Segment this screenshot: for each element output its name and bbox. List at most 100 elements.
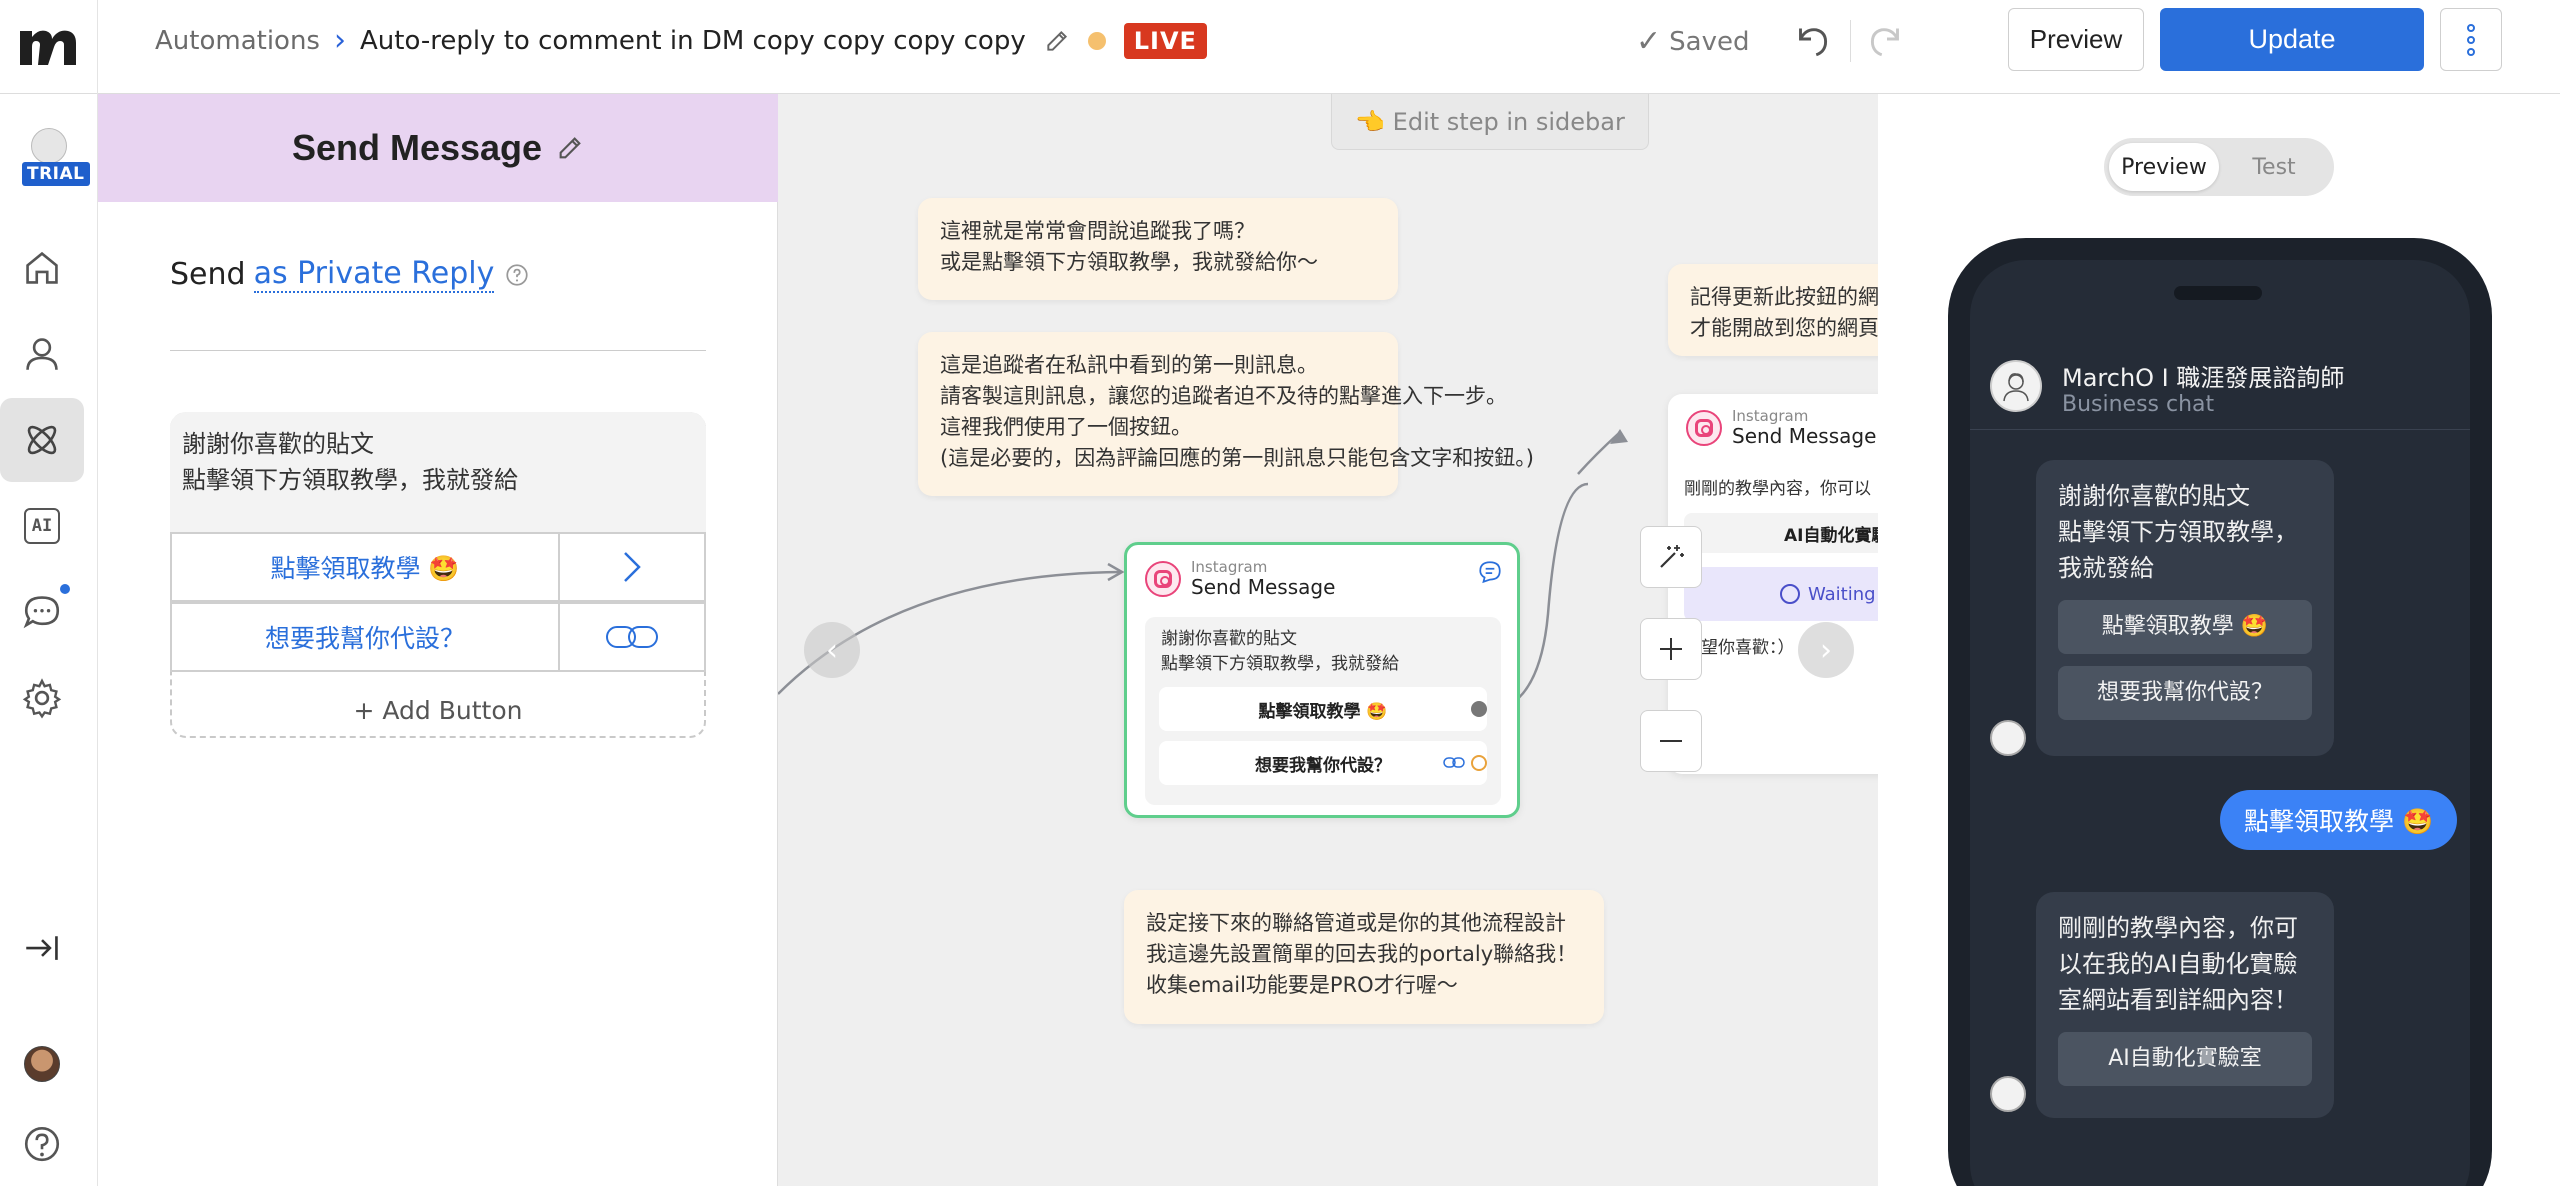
saved-check-icon: ✓ bbox=[1636, 24, 1662, 59]
node-message-preview: 剛剛的教學內容，你可以 AI自動化實驗 Waiting 希望你喜歡：） bbox=[1684, 474, 1878, 658]
chat-header: MarchO I 職涯發展諮詢師 Business chat bbox=[1970, 326, 2470, 430]
user-avatar[interactable] bbox=[24, 1046, 60, 1082]
message-text-editor[interactable]: 謝謝你喜歡的貼文 點擊領下方領取教學，我就發給 bbox=[170, 412, 706, 532]
nav-automation[interactable] bbox=[0, 398, 84, 482]
node-name: Send Message bbox=[1732, 424, 1877, 448]
redo-icon[interactable] bbox=[1866, 18, 1908, 60]
node-output-port[interactable] bbox=[1471, 755, 1487, 771]
phone-notch bbox=[2174, 286, 2262, 300]
note-line: (這是必要的，因為評論回應的第一則訊息只能包含文字和按鈕。) bbox=[940, 446, 1534, 470]
zoom-out-button[interactable] bbox=[1640, 710, 1702, 772]
tab-test[interactable]: Test bbox=[2219, 143, 2329, 191]
flow-title[interactable]: Auto-reply to comment in DM copy copy co… bbox=[360, 26, 1026, 56]
collapse-sidebar-button[interactable] bbox=[0, 906, 84, 990]
chevron-right-icon bbox=[624, 552, 641, 582]
instagram-icon bbox=[1686, 410, 1722, 446]
breadcrumb: Automations › Auto-reply to comment in D… bbox=[155, 22, 1207, 60]
canvas-next-arrow-icon[interactable]: › bbox=[1798, 622, 1854, 678]
message-card: 謝謝你喜歡的貼文 點擊領下方領取教學，我就發給 點擊領取教學 🤩 想要我幫你代設… bbox=[170, 412, 706, 738]
saved-label: Saved bbox=[1669, 26, 1750, 57]
node-message-preview: 謝謝你喜歡的貼文 點擊領下方領取教學，我就發給 點擊領取教學 🤩 想要我幫你代設… bbox=[1145, 617, 1501, 805]
tab-preview[interactable]: Preview bbox=[2109, 143, 2219, 191]
account-avatar bbox=[31, 128, 67, 164]
magic-wand-button[interactable] bbox=[1640, 526, 1702, 588]
nav-ai[interactable]: AI bbox=[0, 484, 84, 568]
sticky-note[interactable]: 這裡就是常常會問說追蹤我了嗎？ 或是點擊領下方領取教學，我就發給你～ bbox=[918, 198, 1398, 300]
flow-canvas[interactable]: 👈 Edit step in sidebar 這裡就是常常會問說追蹤我了嗎？ 或… bbox=[778, 94, 1878, 1186]
button-next-step[interactable] bbox=[560, 534, 704, 600]
nav-contacts[interactable] bbox=[0, 312, 84, 396]
business-mini-avatar bbox=[1990, 720, 2026, 756]
business-mini-avatar bbox=[1990, 1076, 2026, 1112]
unread-dot bbox=[60, 584, 70, 594]
step-title[interactable]: Send Message bbox=[292, 127, 542, 169]
node-text-line: 點擊領下方領取教學，我就發給 bbox=[1161, 654, 1399, 674]
message-button-row: 點擊領取教學 🤩 bbox=[170, 532, 706, 602]
send-mode-row: Send as Private Reply bbox=[170, 256, 530, 293]
note-line: 設定接下來的聯絡管道或是你的其他流程設計 bbox=[1146, 911, 1566, 935]
breadcrumb-automations[interactable]: Automations bbox=[155, 26, 320, 56]
help-button[interactable] bbox=[0, 1102, 84, 1186]
zoom-in-button[interactable] bbox=[1640, 618, 1702, 680]
live-badge: LIVE bbox=[1123, 23, 1207, 59]
message-line: 室網站看到詳細內容！ bbox=[2058, 986, 2298, 1014]
live-chat-icon bbox=[23, 596, 60, 629]
add-button[interactable]: + Add Button bbox=[172, 682, 704, 738]
waiting-step[interactable]: Waiting bbox=[1684, 567, 1878, 621]
node-button[interactable]: 點擊領取教學 🤩 bbox=[1159, 687, 1487, 731]
nav-live-chat[interactable] bbox=[0, 570, 84, 654]
preview-button[interactable]: Preview bbox=[2008, 8, 2144, 71]
zoom-in-icon bbox=[1660, 638, 1682, 660]
business-avatar bbox=[1990, 360, 2042, 412]
nav-home[interactable] bbox=[0, 226, 84, 310]
message-quick-button[interactable]: 想要我幫你代設？ bbox=[2058, 666, 2312, 720]
note-line: 我這邊先設置簡單的回去我的portaly聯絡我！ bbox=[1146, 942, 1578, 966]
button-link-action[interactable] bbox=[560, 604, 704, 670]
node-name: Send Message bbox=[1191, 575, 1336, 599]
canvas-prev-arrow-icon[interactable]: ‹ bbox=[804, 622, 860, 678]
more-vertical-icon bbox=[2467, 23, 2475, 56]
incoming-message: 謝謝你喜歡的貼文 點擊領下方領取教學， 我就發給 點擊領取教學 🤩 想要我幫你代… bbox=[2036, 460, 2334, 756]
message-quick-button[interactable]: AI自動化實驗室 bbox=[2058, 1032, 2312, 1086]
send-mode-help-icon[interactable] bbox=[504, 262, 530, 288]
help-icon bbox=[24, 1126, 60, 1162]
message-line: 以在我的AI自動化實驗 bbox=[2058, 950, 2298, 978]
undo-icon[interactable] bbox=[1790, 18, 1832, 60]
breadcrumb-separator-icon: › bbox=[333, 23, 346, 58]
business-name: MarchO I 職涯發展諮詢師 bbox=[2062, 364, 2345, 392]
sticky-note[interactable]: 這是追蹤者在私訊中看到的第一則訊息。 請客製這則訊息，讓您的追蹤者迫不及待的點擊… bbox=[918, 332, 1534, 496]
message-button-row: 想要我幫你代設？ bbox=[170, 602, 706, 672]
top-bar: Automations › Auto-reply to comment in D… bbox=[0, 0, 2560, 94]
node-header: Instagram Send Message bbox=[1686, 408, 1876, 448]
node-header: Instagram Send Message bbox=[1145, 559, 1335, 599]
more-options-button[interactable] bbox=[2440, 8, 2502, 71]
rename-step-pencil-icon[interactable] bbox=[556, 134, 584, 162]
instagram-icon bbox=[1145, 561, 1181, 597]
message-button-label[interactable]: 點擊領取教學 🤩 bbox=[172, 534, 560, 600]
message-button-label[interactable]: 想要我幫你代設？ bbox=[172, 604, 560, 670]
sticky-note[interactable]: 設定接下來的聯絡管道或是你的其他流程設計 我這邊先設置簡單的回去我的portal… bbox=[1124, 890, 1604, 1024]
message-line: 謝謝你喜歡的貼文 bbox=[2058, 482, 2250, 510]
node-button[interactable]: 想要我幫你代設？ bbox=[1159, 741, 1487, 785]
node-text-line: 剛剛的教學內容，你可以 bbox=[1684, 479, 1871, 499]
ai-icon: AI bbox=[24, 508, 60, 544]
node-output-port[interactable] bbox=[1471, 701, 1487, 717]
nav-settings[interactable] bbox=[0, 656, 84, 740]
incoming-message: 剛剛的教學內容，你可 以在我的AI自動化實驗 室網站看到詳細內容！ AI自動化實… bbox=[2036, 892, 2334, 1118]
left-nav: TRIAL AI bbox=[0, 94, 98, 1186]
note-line: 記得更新此按鈕的網 bbox=[1690, 285, 1878, 309]
sticky-note[interactable]: 記得更新此按鈕的網 才能開啟到您的網頁 bbox=[1668, 264, 1878, 356]
account-switcher[interactable]: TRIAL bbox=[18, 128, 90, 190]
update-button[interactable]: Update bbox=[2160, 8, 2424, 71]
app-logo[interactable] bbox=[0, 0, 98, 94]
node-platform: Instagram bbox=[1732, 407, 1809, 425]
message-line: 剛剛的教學內容，你可 bbox=[2058, 914, 2298, 942]
business-subtitle: Business chat bbox=[2062, 392, 2215, 417]
message-quick-button[interactable]: 點擊領取教學 🤩 bbox=[2058, 600, 2312, 654]
node-button[interactable]: AI自動化實驗 bbox=[1684, 513, 1878, 553]
send-mode-selector[interactable]: as Private Reply bbox=[253, 256, 495, 293]
send-prefix: Send bbox=[170, 257, 246, 292]
outgoing-message: 點擊領取教學 🤩 bbox=[2220, 790, 2458, 850]
edit-title-pencil-icon[interactable] bbox=[1044, 28, 1070, 54]
send-message-node[interactable]: Instagram Send Message 謝謝你喜歡的貼文 點擊領下方領取教… bbox=[1124, 542, 1520, 818]
